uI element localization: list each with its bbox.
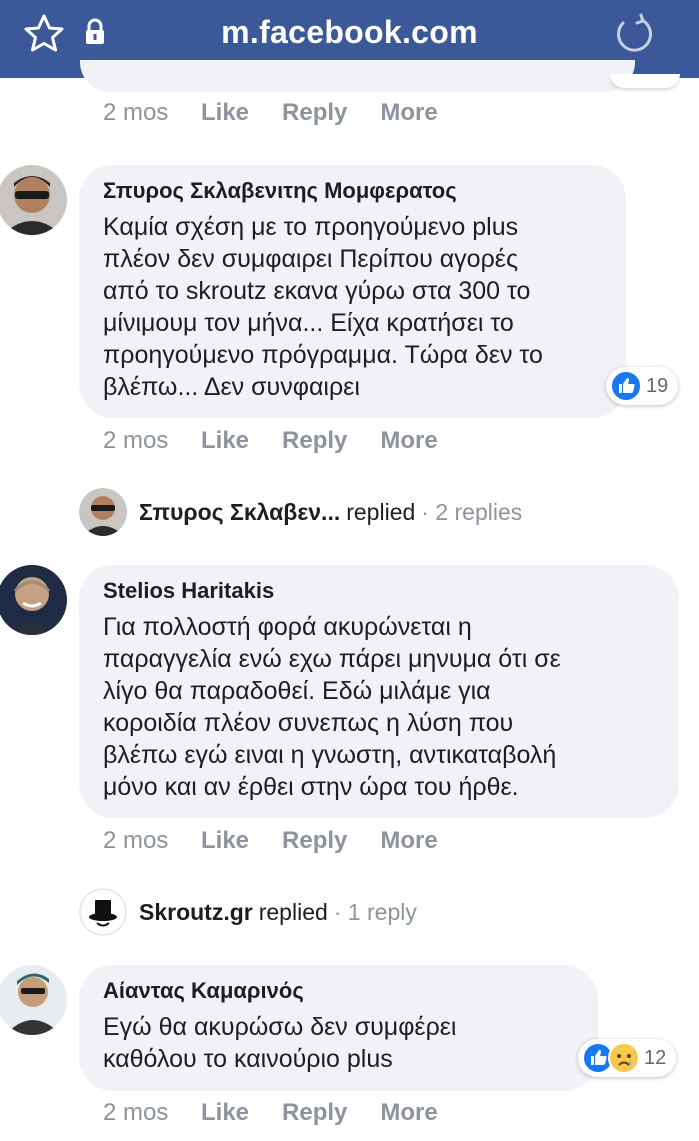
reload-icon[interactable] <box>612 12 656 56</box>
reply-button[interactable]: Reply <box>282 99 347 127</box>
sad-reaction-icon <box>608 1042 640 1074</box>
avatar[interactable] <box>0 965 67 1035</box>
replied-label: replied <box>258 898 328 925</box>
comment-text: Εγώ θα ακυρώσω δεν συμφέρει καθόλου το κ… <box>103 1013 457 1073</box>
like-reaction-icon <box>610 370 642 402</box>
reaction-badge-previous[interactable] <box>610 74 680 88</box>
reaction-count: 12 <box>644 1046 667 1069</box>
comment-text: Καμία σχέση με το προηγούμενο plus πλέον… <box>103 213 543 401</box>
url-bar[interactable]: m.facebook.com <box>0 14 699 51</box>
comment-time: 2 mos <box>103 827 169 854</box>
comment-text: Για πολλοστή φορά ακυρώνεται η παραγγελί… <box>103 613 561 801</box>
more-button[interactable]: More <box>380 427 437 455</box>
avatar[interactable] <box>0 565 67 635</box>
skroutz-logo-icon <box>79 888 127 936</box>
comment-bubble: Σπυρος Σκλαβενιτης Μομφερατος Καμία σχέσ… <box>79 165 626 418</box>
like-button[interactable]: Like <box>201 827 249 855</box>
comment-time: 2 mos <box>103 427 169 454</box>
reply-avatar <box>79 488 127 536</box>
avatar[interactable] <box>0 165 67 235</box>
replies-summary[interactable]: Skroutz.gr replied · 1 reply <box>79 888 417 936</box>
comment-time: 2 mos <box>103 1099 169 1126</box>
comment-author[interactable]: Stelios Haritakis <box>103 577 655 605</box>
reply-button[interactable]: Reply <box>282 827 347 855</box>
comment-author[interactable]: Αίαντας Καμαρινός <box>103 977 574 1005</box>
comment-author[interactable]: Σπυρος Σκλαβενιτης Μομφερατος <box>103 177 602 205</box>
reaction-count: 19 <box>646 374 669 397</box>
comment-actions: 2 mos Like Reply More <box>103 424 471 458</box>
comment-actions: 2 mos Like Reply More <box>103 824 471 858</box>
comment-bubble: Αίαντας Καμαρινός Εγώ θα ακυρώσω δεν συμ… <box>79 965 598 1091</box>
more-button[interactable]: More <box>380 1099 437 1127</box>
comment-actions: 2 mos Like Reply More <box>103 1096 471 1130</box>
like-button[interactable]: Like <box>201 427 249 455</box>
like-button[interactable]: Like <box>201 99 249 127</box>
reply-button[interactable]: Reply <box>282 1099 347 1127</box>
comment-bubble: Stelios Haritakis Για πολλοστή φορά ακυρ… <box>79 565 679 818</box>
like-button[interactable]: Like <box>201 1099 249 1127</box>
comment-time: 2 mos <box>103 99 169 126</box>
replies-summary[interactable]: Σπυρος Σκλαβεν... replied · 2 replies <box>79 488 522 536</box>
comment-bubble-previous <box>80 60 635 92</box>
reaction-badge[interactable]: 12 <box>578 1039 677 1077</box>
more-button[interactable]: More <box>380 99 437 127</box>
comment-actions: 2 mos Like Reply More <box>103 96 471 130</box>
reply-button[interactable]: Reply <box>282 427 347 455</box>
reply-author: Σπυρος Σκλαβεν... <box>139 498 341 525</box>
reaction-badge[interactable]: 19 <box>606 367 679 405</box>
reply-count: · 1 reply <box>333 898 417 925</box>
reply-count: · 2 replies <box>421 498 523 525</box>
replied-label: replied <box>346 498 416 525</box>
reply-author: Skroutz.gr <box>139 898 253 925</box>
more-button[interactable]: More <box>380 827 437 855</box>
